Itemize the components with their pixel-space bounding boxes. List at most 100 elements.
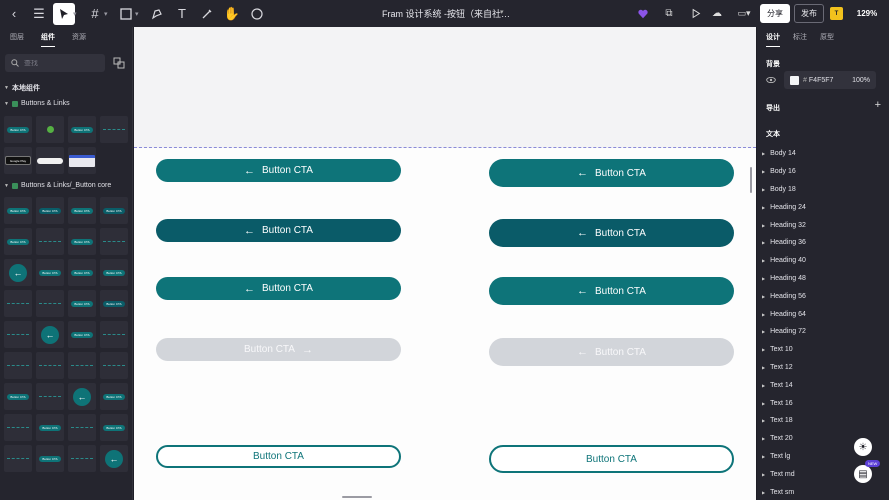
component-thumb[interactable]: Button CTA (100, 290, 128, 317)
component-thumb[interactable] (36, 352, 64, 379)
component-thumb[interactable]: Button CTA (4, 197, 32, 224)
text-style-item[interactable]: ▶ Text 18 (762, 412, 806, 430)
plugins-icon[interactable]: ⧉ (662, 4, 676, 23)
document-title-caret-icon[interactable]: ▾ (500, 8, 504, 16)
component-thumb[interactable]: Button CTA (68, 259, 96, 286)
text-style-item[interactable]: ▶ Text 16 (762, 394, 806, 412)
text-style-item[interactable]: ▶ Heading 72 (762, 323, 806, 341)
notes-button[interactable]: ▤ (854, 465, 872, 483)
text-style-item[interactable]: ▶ Heading 24 (762, 198, 806, 216)
section-button-core[interactable]: ▼ Buttons & Links/_Button core (4, 182, 111, 189)
component-thumb[interactable]: Button CTA (100, 414, 128, 441)
component-thumb[interactable] (68, 352, 96, 379)
component-thumb[interactable] (4, 414, 32, 441)
text-tool-icon[interactable]: T (171, 3, 193, 25)
component-thumb[interactable] (4, 445, 32, 472)
text-style-item[interactable]: ▶ Body 14 (762, 145, 806, 163)
component-thumb[interactable] (36, 383, 64, 410)
button-cta-teal[interactable]: ← Button CTA (489, 159, 734, 187)
component-thumb[interactable]: ← (4, 259, 32, 286)
heart-plugin-icon[interactable] (636, 4, 650, 23)
text-style-item[interactable]: ▶ Body 18 (762, 181, 806, 199)
text-style-item[interactable]: ▶ Heading 40 (762, 252, 806, 270)
bg-hex-value[interactable]: F4F5F7 (809, 77, 834, 84)
text-style-item[interactable]: ▶ Text 20 (762, 430, 806, 448)
play-icon[interactable] (688, 4, 702, 23)
text-style-item[interactable]: ▶ Text lg (762, 448, 806, 466)
component-thumb[interactable]: Button CTA (36, 414, 64, 441)
component-thumb[interactable]: Button CTA (100, 197, 128, 224)
component-thumb[interactable] (68, 445, 96, 472)
zoom-level[interactable]: 129% (852, 4, 882, 23)
component-thumb[interactable]: Google Play (4, 147, 32, 174)
avatar[interactable]: T (830, 7, 843, 20)
component-thumb[interactable] (68, 147, 96, 174)
component-thumb[interactable] (36, 228, 64, 255)
component-thumb[interactable] (36, 147, 64, 174)
component-thumb[interactable]: ← (68, 383, 96, 410)
back-icon[interactable]: ‹ (3, 3, 25, 25)
comment-tool-icon[interactable] (246, 3, 268, 25)
component-thumb[interactable] (100, 116, 128, 143)
eye-icon[interactable] (766, 76, 776, 84)
button-cta-teal[interactable]: ← Button CTA (156, 277, 401, 300)
add-export-icon[interactable]: + (875, 99, 881, 111)
component-thumb[interactable] (36, 290, 64, 317)
theme-toggle-button[interactable]: ☀ (854, 438, 872, 456)
button-cta-teal[interactable]: ← Button CTA (489, 277, 734, 305)
tab-design[interactable]: 设计 (766, 32, 780, 47)
text-style-item[interactable]: ▶ Text 12 (762, 359, 806, 377)
tab-assets[interactable]: 资源 (72, 32, 86, 42)
tab-prototype[interactable]: 原型 (820, 32, 834, 42)
search-input[interactable] (24, 59, 104, 67)
text-style-item[interactable]: ▶ Text 10 (762, 341, 806, 359)
bg-opacity-value[interactable]: 100% (852, 77, 870, 84)
local-components-header[interactable]: ▼ 本地组件 (4, 83, 40, 93)
text-style-item[interactable]: ▶ Heading 48 (762, 270, 806, 288)
component-thumb[interactable]: Button CTA (36, 259, 64, 286)
component-thumb[interactable] (100, 228, 128, 255)
tab-annotate[interactable]: 标注 (793, 32, 807, 42)
tab-layers[interactable]: 图层 (10, 32, 24, 42)
component-thumb[interactable] (4, 352, 32, 379)
component-thumb[interactable]: Button CTA (36, 445, 64, 472)
horizontal-scrollbar[interactable] (342, 496, 372, 498)
color-swatch[interactable] (790, 75, 799, 85)
component-thumb[interactable] (100, 352, 128, 379)
component-thumb[interactable]: Button CTA (4, 116, 32, 143)
frame-tool-caret-icon[interactable]: ▾ (104, 10, 112, 18)
component-thumb[interactable]: Button CTA (100, 259, 128, 286)
component-thumb[interactable]: Button CTA (68, 116, 96, 143)
component-thumb[interactable]: Button CTA (68, 290, 96, 317)
component-thumb[interactable]: Button CTA (4, 228, 32, 255)
text-style-item[interactable]: ▶ Heading 32 (762, 216, 806, 234)
component-thumb[interactable]: Button CTA (4, 383, 32, 410)
library-icon[interactable] (113, 57, 125, 69)
frame-tool-icon[interactable]: # (84, 3, 106, 25)
text-style-item[interactable]: ▶ Text sm (762, 483, 806, 500)
layout-menu-icon[interactable]: ▭▾ (734, 4, 754, 23)
shape-tool-icon[interactable] (115, 3, 137, 25)
section-buttons-links[interactable]: ▼ Buttons & Links (4, 100, 70, 107)
move-tool-icon[interactable] (53, 2, 75, 25)
design-canvas[interactable]: ← Button CTA ← Button CTA ← Button CTA B… (134, 27, 756, 500)
button-cta-outline[interactable]: Button CTA (489, 445, 734, 473)
component-thumb[interactable] (36, 116, 64, 143)
text-style-item[interactable]: ▶ Body 16 (762, 163, 806, 181)
background-color-field[interactable]: # F4F5F7 100% (784, 71, 876, 89)
hand-tool-icon[interactable]: ✋ (221, 3, 243, 25)
text-style-item[interactable]: ▶ Heading 64 (762, 305, 806, 323)
vertical-scrollbar[interactable] (750, 167, 752, 193)
move-tool-caret-icon[interactable]: ▾ (73, 10, 81, 18)
tab-components[interactable]: 组件 (41, 32, 55, 47)
share-button[interactable]: 分享 (760, 4, 790, 23)
component-thumb[interactable]: Button CTA (68, 321, 96, 348)
component-thumb[interactable] (100, 321, 128, 348)
text-style-item[interactable]: ▶ Text 14 (762, 376, 806, 394)
text-style-item[interactable]: ▶ Heading 56 (762, 287, 806, 305)
menu-icon[interactable]: ☰ (28, 3, 50, 25)
pen-tool-icon[interactable] (146, 3, 168, 25)
component-thumb[interactable]: Button CTA (100, 383, 128, 410)
component-thumb[interactable]: Button CTA (36, 197, 64, 224)
button-cta-dark[interactable]: ← Button CTA (156, 219, 401, 242)
